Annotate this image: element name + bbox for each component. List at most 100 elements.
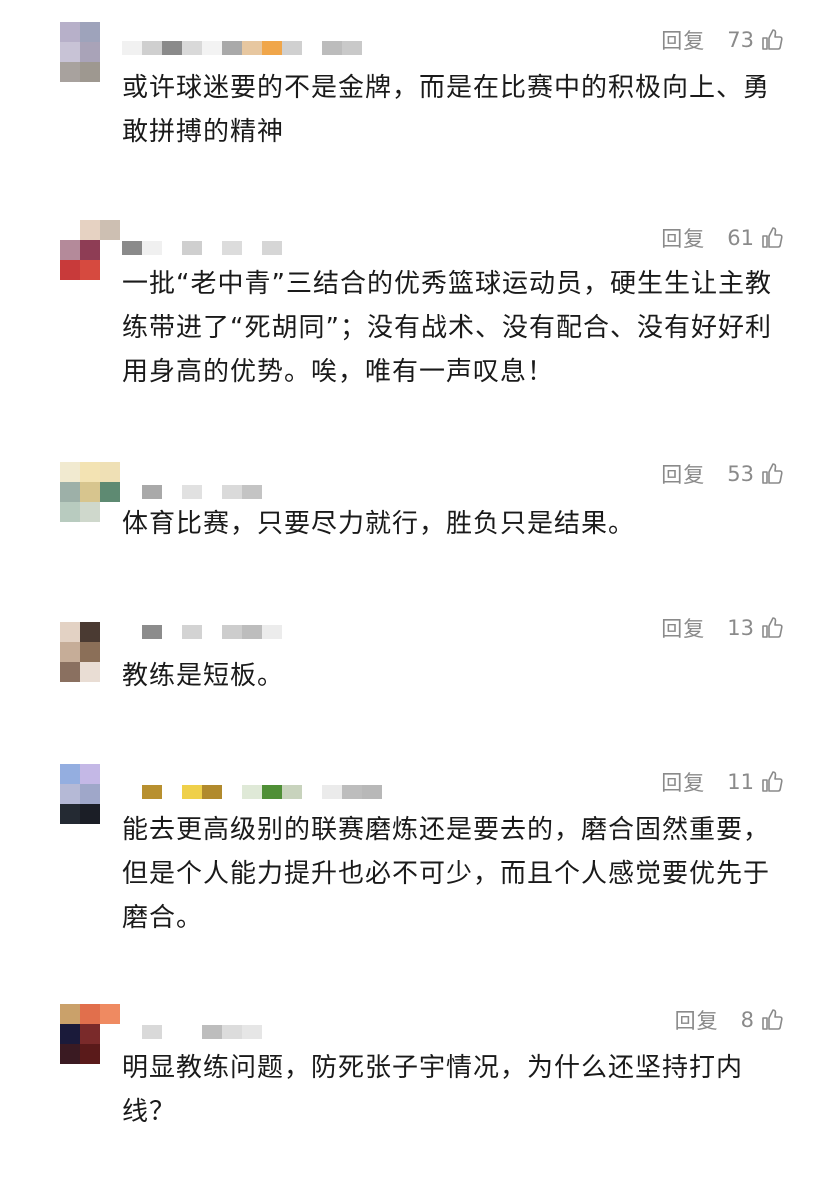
like-button[interactable]: 61 xyxy=(727,226,784,250)
avatar-pixel xyxy=(60,62,80,82)
username-pixel xyxy=(182,1025,202,1039)
thumbs-up-icon xyxy=(762,1009,783,1030)
username-pixel xyxy=(122,625,142,639)
comment-text: 能去更高级别的联赛磨炼还是要去的，磨合固然重要，但是个人能力提升也必不可少，而且… xyxy=(122,815,771,933)
avatar-pixel xyxy=(100,260,120,280)
username-blurred[interactable] xyxy=(122,784,382,800)
avatar-pixel xyxy=(60,240,80,260)
avatar-pixel xyxy=(60,662,80,682)
avatar-pixel xyxy=(60,22,80,42)
username-pixel xyxy=(202,625,222,639)
comment-text: 体育比赛，只要尽力就行，胜负只是结果。 xyxy=(122,509,636,539)
avatar-pixel xyxy=(60,1044,80,1064)
like-button[interactable]: 11 xyxy=(727,770,784,794)
avatar[interactable] xyxy=(60,462,120,522)
username-pixel xyxy=(182,41,202,55)
username-pixel xyxy=(182,785,202,799)
username-pixel xyxy=(222,485,242,499)
reply-button[interactable]: 回复 xyxy=(661,767,705,797)
avatar-pixel xyxy=(100,622,120,642)
like-button[interactable]: 8 xyxy=(741,1008,784,1032)
avatar-pixel xyxy=(80,1024,100,1044)
username-blurred[interactable] xyxy=(122,40,362,56)
avatar-pixel xyxy=(80,784,100,804)
username-blurred[interactable] xyxy=(122,1024,262,1040)
username-pixel xyxy=(282,785,302,799)
avatar-pixel xyxy=(60,784,80,804)
username-pixel xyxy=(142,785,162,799)
comment-text: 一批“老中青”三结合的优秀篮球运动员，硬生生让主教练带进了“死胡同”；没有战术、… xyxy=(122,269,772,387)
username-pixel xyxy=(322,41,342,55)
username-pixel xyxy=(242,625,262,639)
username-pixel xyxy=(242,485,262,499)
avatar-pixel xyxy=(80,642,100,662)
comment-actions: 回复 53 xyxy=(661,454,784,494)
avatar-pixel xyxy=(80,220,100,240)
avatar-pixel xyxy=(60,1024,80,1044)
avatar-pixel xyxy=(80,22,100,42)
username-pixel xyxy=(302,241,322,255)
username-pixel xyxy=(262,785,282,799)
avatar-pixel xyxy=(100,22,120,42)
username-pixel xyxy=(122,485,142,499)
username-pixel xyxy=(142,625,162,639)
avatar-pixel xyxy=(100,62,120,82)
avatar-pixel xyxy=(100,462,120,482)
avatar-pixel xyxy=(100,804,120,824)
username-pixel xyxy=(162,1025,182,1039)
like-button[interactable]: 73 xyxy=(727,28,784,52)
like-button[interactable]: 53 xyxy=(727,462,784,486)
thumbs-up-icon xyxy=(762,227,783,248)
username-blurred[interactable] xyxy=(122,484,282,500)
reply-button[interactable]: 回复 xyxy=(661,25,705,55)
like-count: 13 xyxy=(727,616,754,640)
username-pixel xyxy=(122,241,142,255)
like-count: 73 xyxy=(727,28,754,52)
username-pixel xyxy=(262,625,282,639)
avatar-pixel xyxy=(80,260,100,280)
avatar-pixel xyxy=(100,662,120,682)
reply-button[interactable]: 回复 xyxy=(675,1005,719,1035)
username-pixel xyxy=(242,241,262,255)
username-pixel xyxy=(222,1025,242,1039)
avatar-pixel xyxy=(60,502,80,522)
thumbs-up-icon xyxy=(762,463,783,484)
reply-button[interactable]: 回复 xyxy=(661,223,705,253)
username-pixel xyxy=(202,785,222,799)
avatar-pixel xyxy=(80,462,100,482)
thumbs-up-icon xyxy=(762,29,783,50)
avatar-pixel xyxy=(100,784,120,804)
avatar-pixel xyxy=(100,220,120,240)
avatar-pixel xyxy=(80,42,100,62)
username-pixel xyxy=(162,785,182,799)
reply-button[interactable]: 回复 xyxy=(661,613,705,643)
username-pixel xyxy=(202,1025,222,1039)
comment-text: 教练是短板。 xyxy=(122,661,285,691)
comment-text: 明显教练问题，防死张子宇情况，为什么还坚持打内线？ xyxy=(122,1053,744,1127)
username-blurred[interactable] xyxy=(122,624,282,640)
username-pixel xyxy=(242,41,262,55)
reply-button[interactable]: 回复 xyxy=(661,459,705,489)
username-pixel xyxy=(142,241,162,255)
avatar-pixel xyxy=(60,260,80,280)
username-pixel xyxy=(322,785,342,799)
avatar-pixel xyxy=(100,642,120,662)
username-pixel xyxy=(262,485,282,499)
username-pixel xyxy=(162,625,182,639)
avatar[interactable] xyxy=(60,764,120,824)
avatar[interactable] xyxy=(60,22,120,82)
like-button[interactable]: 13 xyxy=(727,616,784,640)
username-pixel xyxy=(202,41,222,55)
comment-actions: 回复 11 xyxy=(661,762,784,802)
username-pixel xyxy=(222,241,242,255)
username-pixel xyxy=(302,785,322,799)
username-pixel xyxy=(342,785,362,799)
username-blurred[interactable] xyxy=(122,240,322,256)
like-count: 53 xyxy=(727,462,754,486)
comment-actions: 回复 73 xyxy=(661,20,784,60)
username-pixel xyxy=(262,41,282,55)
avatar[interactable] xyxy=(60,220,120,280)
avatar[interactable] xyxy=(60,622,120,682)
avatar[interactable] xyxy=(60,1004,120,1064)
username-pixel xyxy=(282,41,302,55)
